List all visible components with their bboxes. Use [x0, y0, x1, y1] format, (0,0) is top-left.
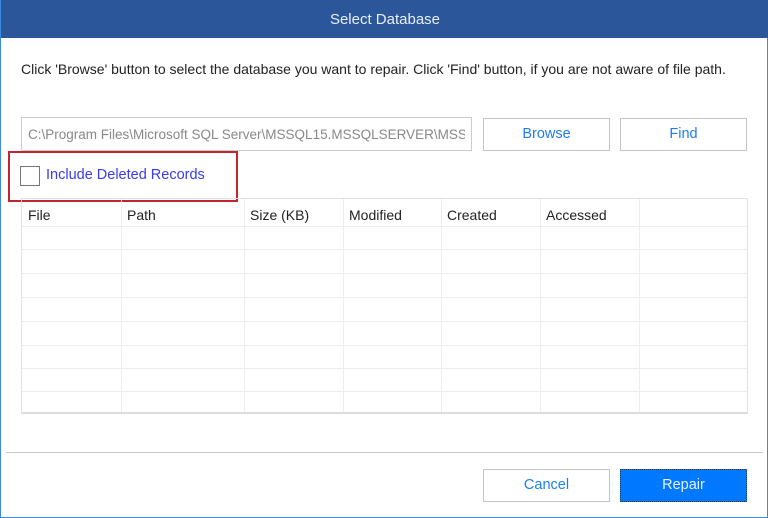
table-row: [22, 368, 747, 369]
instruction-text: Click 'Browse' button to select the data…: [21, 61, 726, 77]
select-database-dialog: Select Database Click 'Browse' button to…: [0, 0, 768, 518]
table-row: [22, 345, 747, 346]
find-button[interactable]: Find: [620, 118, 747, 151]
column-divider: [639, 199, 640, 412]
column-header-modified[interactable]: Modified: [349, 207, 402, 223]
repair-button[interactable]: Repair: [620, 469, 747, 502]
table-row: [22, 321, 747, 322]
database-file-table: File Path Size (KB) Modified Created Acc…: [21, 198, 748, 414]
dialog-title: Select Database: [1, 0, 768, 38]
table-row: [22, 273, 747, 274]
column-header-accessed[interactable]: Accessed: [546, 207, 607, 223]
browse-button[interactable]: Browse: [483, 118, 610, 151]
column-divider: [121, 199, 122, 412]
include-deleted-label[interactable]: Include Deleted Records: [46, 167, 205, 183]
path-input[interactable]: [21, 117, 472, 151]
table-row: [22, 297, 747, 298]
column-divider: [540, 199, 541, 412]
column-divider: [441, 199, 442, 412]
table-row: [22, 391, 747, 392]
column-header-size[interactable]: Size (KB): [250, 207, 309, 223]
footer-divider: [6, 452, 763, 453]
column-header-path[interactable]: Path: [127, 207, 156, 223]
column-divider: [343, 199, 344, 412]
table-row: [22, 226, 747, 227]
column-divider: [244, 199, 245, 412]
table-row: [22, 249, 747, 250]
column-header-file[interactable]: File: [28, 207, 51, 223]
column-header-created[interactable]: Created: [447, 207, 497, 223]
cancel-button[interactable]: Cancel: [483, 469, 610, 502]
include-deleted-checkbox[interactable]: [20, 166, 40, 186]
